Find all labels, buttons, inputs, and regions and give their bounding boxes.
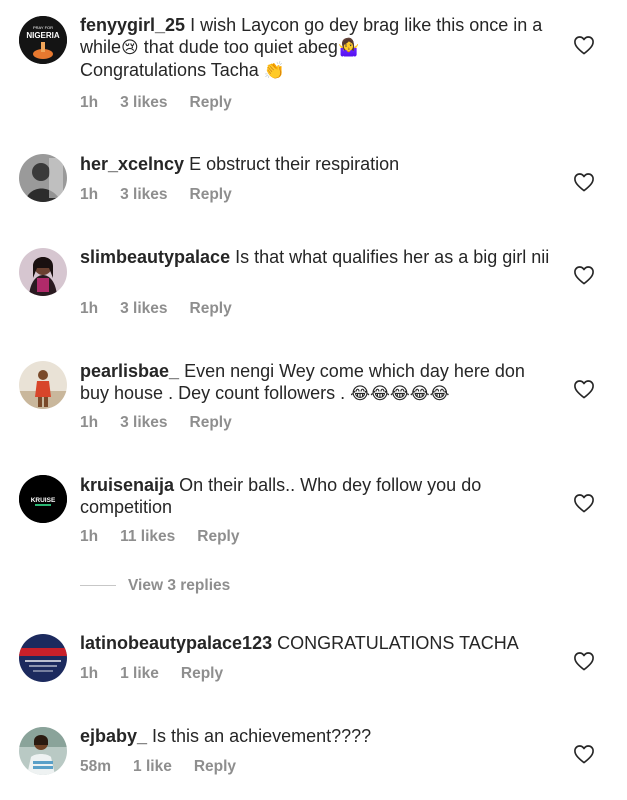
comment-likes[interactable]: 3 likes	[120, 186, 167, 204]
comment-time: 1h	[80, 186, 99, 203]
view-replies-label[interactable]: View 3 replies	[128, 577, 230, 594]
reply-button[interactable]: Reply	[190, 414, 232, 432]
reply-button[interactable]: Reply	[194, 758, 236, 776]
comment-body: her_xcelncy E obstruct their respiration	[80, 153, 550, 175]
heart-icon[interactable]	[573, 35, 595, 55]
avatar-caption: NIGERIA	[26, 31, 60, 40]
comment-username[interactable]: her_xcelncy	[80, 154, 184, 174]
comment-meta: 1h 1 like Reply	[80, 665, 245, 683]
avatar[interactable]: KRUISE	[19, 475, 67, 523]
reply-button[interactable]: Reply	[190, 94, 232, 112]
comment-text: Congratulations Tacha	[80, 60, 264, 80]
reply-button[interactable]: Reply	[181, 665, 223, 683]
comment-time: 1h	[80, 528, 99, 545]
avatar-caption: PRAY FOR	[33, 25, 53, 30]
comment-meta: 58m 1 like Reply	[80, 758, 258, 776]
avatar[interactable]	[19, 634, 67, 682]
comment-username[interactable]: kruisenaija	[80, 475, 174, 495]
heart-icon[interactable]	[573, 265, 595, 285]
heart-icon[interactable]	[573, 379, 595, 399]
comment-likes[interactable]: 3 likes	[120, 300, 167, 318]
avatar[interactable]	[19, 727, 67, 775]
comment-text: CONGRATULATIONS TACHA	[272, 633, 519, 653]
laughing-emoji: 😂😂😂😂😂	[350, 384, 450, 404]
comment-username[interactable]: fenyygirl_25	[80, 15, 185, 35]
comment-time: 58m	[80, 758, 112, 775]
comment-text: E obstruct their respiration	[184, 154, 400, 174]
comment-likes[interactable]: 3 likes	[120, 94, 167, 112]
comment-username[interactable]: pearlisbae_	[80, 361, 179, 381]
avatar[interactable]	[19, 248, 67, 296]
comment-body: pearlisbae_ Even nengi Wey come which da…	[80, 360, 550, 405]
heart-icon[interactable]	[573, 172, 595, 192]
comment-likes[interactable]: 11 likes	[120, 528, 175, 546]
heart-icon[interactable]	[573, 493, 595, 513]
comment-meta: 1h 3 likes Reply	[80, 414, 254, 432]
avatar-caption: KRUISE	[31, 497, 56, 504]
comment-body: fenyygirl_25 I wish Laycon go dey brag l…	[80, 14, 550, 82]
comment-body: latinobeautypalace123 CONGRATULATIONS TA…	[80, 632, 550, 654]
clapping-emoji: 👏	[263, 61, 285, 81]
view-replies-button[interactable]: View 3 replies	[80, 577, 230, 599]
comment-meta: 1h 3 likes Reply	[80, 94, 254, 112]
comment-body: ejbaby_ Is this an achievement????	[80, 725, 550, 747]
comment-likes[interactable]: 1 like	[120, 665, 159, 683]
reply-button[interactable]: Reply	[190, 186, 232, 204]
comment-likes[interactable]: 1 like	[133, 758, 172, 776]
heart-icon[interactable]	[573, 744, 595, 764]
avatar[interactable]: PRAY FOR NIGERIA	[19, 16, 67, 64]
comment-text: Is that what qualifies her as a big girl…	[230, 247, 550, 267]
comment-username[interactable]: slimbeautypalace	[80, 247, 230, 267]
comment-time: 1h	[80, 414, 99, 431]
heart-icon[interactable]	[573, 651, 595, 671]
shrug-emoji: 🤷‍♀️	[337, 38, 360, 58]
comment-username[interactable]: ejbaby_	[80, 726, 147, 746]
comment-body: kruisenaija On their balls.. Who dey fol…	[80, 474, 550, 518]
comment-body: slimbeautypalace Is that what qualifies …	[80, 246, 550, 268]
comment-text: Is this an achievement????	[147, 726, 372, 746]
comment-meta: 1h 3 likes Reply	[80, 186, 254, 204]
comment-text: that dude too quiet abeg	[138, 37, 338, 57]
comment-meta: 1h 11 likes Reply	[80, 528, 261, 546]
avatar[interactable]	[19, 361, 67, 409]
comment-likes[interactable]: 3 likes	[120, 414, 167, 432]
comment-time: 1h	[80, 300, 99, 317]
comment-time: 1h	[80, 665, 99, 682]
divider	[80, 585, 116, 587]
comment-username[interactable]: latinobeautypalace123	[80, 633, 272, 653]
avatar[interactable]	[19, 154, 67, 202]
reply-button[interactable]: Reply	[197, 528, 239, 546]
comment-meta: 1h 3 likes Reply	[80, 300, 254, 318]
comment-time: 1h	[80, 94, 99, 111]
reply-button[interactable]: Reply	[190, 300, 232, 318]
crying-emoji: 😢	[121, 38, 139, 58]
